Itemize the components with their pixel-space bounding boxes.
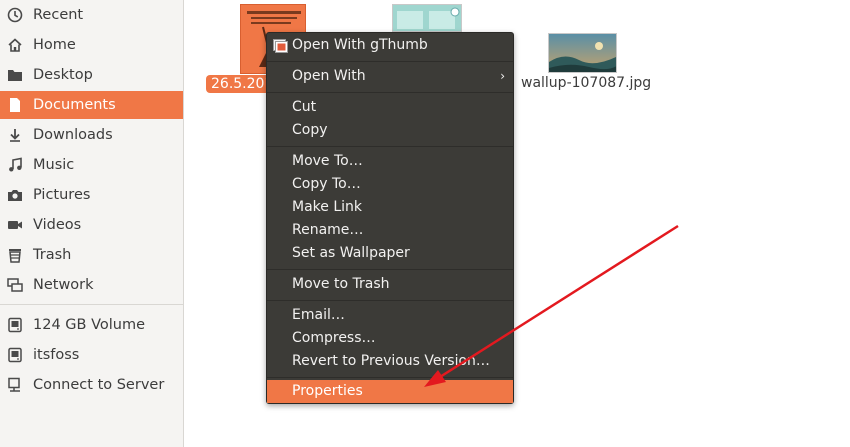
menu-item-label: Copy To… (292, 176, 361, 192)
drive-icon (6, 347, 23, 364)
menu-item-label: Open With (292, 68, 366, 84)
menu-separator (267, 146, 513, 147)
menu-item-make-link[interactable]: Make Link (267, 196, 513, 219)
sidebar-item-label: Videos (33, 217, 82, 233)
file-label[interactable]: wallup-107087.jpg (521, 75, 651, 91)
chevron-right-icon: › (500, 69, 505, 83)
menu-item-revert-to-previous-version[interactable]: Revert to Previous Version… (267, 350, 513, 373)
sidebar-item-label: 124 GB Volume (33, 317, 146, 333)
menu-item-label: Rename… (292, 222, 364, 238)
gthumb-icon (273, 38, 288, 53)
menu-item-label: Email… (292, 307, 345, 323)
menu-item-label: Make Link (292, 199, 362, 215)
sidebar-item-label: Downloads (33, 127, 113, 143)
menu-item-compress[interactable]: Compress… (267, 327, 513, 350)
menu-item-copy[interactable]: Copy (267, 119, 513, 142)
menu-item-label: Cut (292, 99, 317, 115)
sidebar-item-label: itsfoss (33, 347, 80, 363)
trash-icon (6, 247, 23, 264)
sidebar-item-trash[interactable]: Trash (0, 241, 183, 269)
menu-item-label: Move to Trash (292, 276, 390, 292)
file-thumbnail[interactable] (548, 33, 617, 73)
music-icon (6, 157, 23, 174)
menu-item-open-with[interactable]: Open With › (267, 65, 513, 88)
sidebar-item-itsfoss[interactable]: itsfoss (0, 341, 183, 369)
sidebar-item-pictures[interactable]: Pictures (0, 181, 183, 209)
menu-item-move-to-trash[interactable]: Move to Trash (267, 273, 513, 296)
menu-item-cut[interactable]: Cut (267, 96, 513, 119)
sidebar-item-connect-to-server[interactable]: Connect to Server (0, 371, 183, 399)
document-icon (6, 97, 23, 114)
menu-item-label: Move To… (292, 153, 363, 169)
menu-item-move-to[interactable]: Move To… (267, 150, 513, 173)
menu-item-label: Properties (292, 383, 363, 399)
menu-item-label: Set as Wallpaper (292, 245, 410, 261)
menu-separator (267, 377, 513, 378)
menu-item-properties[interactable]: Properties (267, 380, 513, 403)
landscape-thumbnail-icon (549, 34, 616, 72)
sidebar: Recent Home Desktop Documents Downloads … (0, 0, 184, 447)
sidebar-item-label: Trash (33, 247, 72, 263)
menu-item-label: Revert to Previous Version… (292, 353, 490, 369)
sidebar-item-label: Network (33, 277, 94, 293)
sidebar-item-downloads[interactable]: Downloads (0, 121, 183, 149)
file-thumbnail[interactable] (392, 4, 462, 32)
drive-icon (6, 317, 23, 334)
sidebar-item-label: Documents (33, 97, 116, 113)
menu-separator (267, 269, 513, 270)
sidebar-item-label: Music (33, 157, 75, 173)
network-icon (6, 277, 23, 294)
menu-item-label: Compress… (292, 330, 376, 346)
sidebar-item-label: Connect to Server (33, 377, 165, 393)
sidebar-item-desktop[interactable]: Desktop (0, 61, 183, 89)
sidebar-item-network[interactable]: Network (0, 271, 183, 299)
menu-item-label: Copy (292, 122, 328, 138)
sidebar-item-volume[interactable]: 124 GB Volume (0, 311, 183, 339)
menu-item-set-as-wallpaper[interactable]: Set as Wallpaper (267, 242, 513, 265)
menu-item-rename[interactable]: Rename… (267, 219, 513, 242)
sidebar-item-music[interactable]: Music (0, 151, 183, 179)
menu-separator (267, 61, 513, 62)
folder-icon (6, 67, 23, 84)
sidebar-item-videos[interactable]: Videos (0, 211, 183, 239)
context-menu: Open With gThumb Open With › Cut Copy Mo… (266, 32, 514, 404)
sidebar-item-home[interactable]: Home (0, 31, 183, 59)
menu-item-label: Open With gThumb (292, 37, 428, 53)
sidebar-separator (0, 304, 183, 305)
server-icon (6, 377, 23, 394)
sidebar-item-label: Pictures (33, 187, 91, 203)
download-icon (6, 127, 23, 144)
sidebar-item-recent[interactable]: Recent (0, 1, 183, 29)
camera-icon (6, 187, 23, 204)
sidebar-item-label: Desktop (33, 67, 93, 83)
menu-separator (267, 300, 513, 301)
clock-icon (6, 7, 23, 24)
menu-item-copy-to[interactable]: Copy To… (267, 173, 513, 196)
sidebar-item-label: Home (33, 37, 76, 53)
video-icon (6, 217, 23, 234)
sidebar-item-documents[interactable]: Documents (0, 91, 183, 119)
sidebar-item-label: Recent (33, 7, 84, 23)
home-icon (6, 37, 23, 54)
menu-item-email[interactable]: Email… (267, 304, 513, 327)
menu-item-open-with-gthumb[interactable]: Open With gThumb (267, 34, 513, 57)
menu-separator (267, 92, 513, 93)
image-thumbnail-icon (397, 7, 460, 29)
